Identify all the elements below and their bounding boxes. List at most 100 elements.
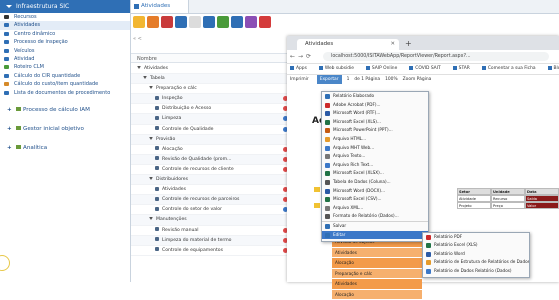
export-menu-item[interactable]: Microsoft Excel (XLS)... [322, 118, 428, 127]
format-icon [325, 163, 330, 168]
nav-header[interactable]: Infraestrutura SIC [0, 0, 130, 13]
caret-down-icon[interactable] [149, 86, 153, 89]
submenu-item[interactable]: Relatório de Dados Relatório (Dados) [423, 267, 529, 275]
nav-item[interactable]: Roteiro CLM [0, 63, 130, 71]
export-menu-item[interactable]: Relatório Elaborado [322, 92, 428, 101]
bookmark-item[interactable]: STAR [453, 66, 476, 71]
tree-row[interactable]: Limpeza do material de termo [131, 236, 296, 246]
submenu-item[interactable]: Relatório Excel (XLS) [423, 241, 529, 249]
caret-down-icon[interactable] [149, 137, 153, 140]
nav-item[interactable]: Cálculo do CIR quantidade [0, 72, 130, 80]
nav-item[interactable]: Processo de inspeção [0, 38, 130, 46]
report-toolbar-item[interactable]: 100% [385, 77, 398, 82]
export-menu-item[interactable]: Adobe Acrobat (PDF)... [322, 101, 428, 110]
export-menu-item[interactable]: Arquivo HTML... [322, 135, 428, 144]
cut-icon[interactable] [189, 16, 201, 28]
nav-item-label: Roteiro CLM [14, 64, 44, 70]
tree-row[interactable]: Distribuição e Acesso [131, 104, 296, 114]
export-menu-item[interactable]: Microsoft Excel (CSV)... [322, 195, 428, 204]
bookmark-item[interactable]: Comentar a sua Ficha [482, 66, 542, 71]
edit-icon[interactable] [147, 16, 159, 28]
submenu-item[interactable]: Relatório Word [423, 250, 529, 258]
nav-item[interactable]: Veículos [0, 47, 130, 55]
tree-row[interactable]: Atividades [131, 185, 296, 195]
tree-row[interactable]: Tabela [131, 74, 296, 84]
tree-row[interactable]: Controle de Qualidade [131, 125, 296, 135]
export-menu-item[interactable]: Formato de Relatório (Dados)... [322, 212, 428, 221]
tree-row[interactable]: Controle do setor de valor [131, 205, 296, 215]
export-menu-item[interactable]: Tabela de Dados (Coluna)... [322, 178, 428, 187]
tree-row[interactable]: Atividades [131, 64, 296, 74]
export-menu-item[interactable]: Editar▸ [322, 231, 428, 240]
tree-header[interactable]: Nombre [131, 53, 296, 63]
submenu-item[interactable]: Relatório de Estrutura de Relatórios de … [423, 258, 529, 266]
tree-row[interactable]: Manutenções [131, 215, 296, 225]
report-toolbar-item[interactable]: Imprimir [290, 77, 309, 82]
nav-group[interactable]: +Processo de cálculo IAM [0, 105, 130, 116]
nav-item[interactable]: Cálculo do custo/item quantidade [0, 80, 130, 88]
export-menu-item[interactable]: Microsoft Word (DOCX)... [322, 187, 428, 196]
new-icon[interactable] [133, 16, 145, 28]
refresh-icon[interactable] [175, 16, 187, 28]
report-toolbar-item[interactable]: 1 [347, 77, 350, 82]
tree-row[interactable]: Revisão manual [131, 226, 296, 236]
tree-row[interactable]: Alocação [131, 145, 296, 155]
bookmark-item[interactable]: Blogs [548, 66, 559, 71]
submenu-item[interactable]: Relatório PDF [423, 233, 529, 241]
nav-item-label: Cálculo do CIR quantidade [14, 73, 80, 79]
caret-down-icon[interactable] [143, 76, 147, 79]
nav-item[interactable]: Atividades [0, 21, 130, 29]
export-icon[interactable] [259, 16, 271, 28]
collapse-arrow-icon[interactable] [6, 5, 12, 8]
tree-row[interactable]: Provisão [131, 135, 296, 145]
browser-tab[interactable]: Atividades✕ [297, 39, 399, 50]
nav-item[interactable]: Atividad [0, 55, 130, 63]
bookmark-item[interactable]: Apps [290, 66, 313, 71]
expand-plus-icon[interactable]: + [7, 124, 12, 135]
export-menu-item[interactable]: Microsoft PowerPoint (PPT)... [322, 126, 428, 135]
browser-nav-buttons[interactable]: ←→⟳ [290, 53, 314, 60]
tree-row[interactable]: Controle de recursos de parceiros [131, 195, 296, 205]
caret-down-icon[interactable] [149, 177, 153, 180]
copy-icon[interactable] [203, 16, 215, 28]
settings-icon[interactable] [231, 16, 243, 28]
expand-plus-icon[interactable]: + [7, 105, 12, 116]
tab-activities[interactable]: Atividades [131, 0, 189, 13]
url-field[interactable]: localhost:5000/ISITAWebApp/ReportViewer/… [323, 52, 549, 61]
bookmark-label: Apps [296, 66, 307, 71]
bookmark-item[interactable]: COVID SAIT [409, 66, 446, 71]
close-tab-icon[interactable]: ✕ [390, 39, 395, 50]
caret-down-icon[interactable] [149, 217, 153, 220]
chart-icon[interactable] [245, 16, 257, 28]
nav-group[interactable]: +Gestor inicial objetivo [0, 124, 130, 135]
expand-plus-icon[interactable]: + [7, 143, 12, 154]
export-menu-item[interactable]: Microsoft Excel (XLSX)... [322, 169, 428, 178]
help-circle-icon[interactable] [0, 255, 10, 271]
tree-row[interactable]: Preparação e cálc [131, 84, 296, 94]
nav-item[interactable]: Lista de documentos de procedimento [0, 89, 130, 97]
tree-row[interactable]: Limpeza [131, 114, 296, 124]
report-toolbar-item[interactable]: Zoom Página [403, 77, 432, 82]
tree-row[interactable]: Controle de equipamentos [131, 246, 296, 256]
tree-row[interactable]: Inspeção [131, 94, 296, 104]
bookmark-item[interactable]: SAIP Online [366, 66, 403, 71]
nav-item[interactable]: Centro dinâmico [0, 30, 130, 38]
tree-row[interactable]: Controle de recursos de cliente [131, 165, 296, 175]
nav-group[interactable]: +Analítica [0, 143, 130, 154]
export-menu-item[interactable]: Arquivo Texto... [322, 152, 428, 161]
nav-item[interactable]: Recursos [0, 13, 130, 21]
report-toolbar-item[interactable]: de 1 Página [354, 77, 380, 82]
delete-icon[interactable] [161, 16, 173, 28]
export-menu-item[interactable]: Arquivo XML... [322, 204, 428, 213]
approve-icon[interactable] [217, 16, 229, 28]
breadcrumb[interactable]: « < [133, 36, 293, 44]
export-menu-item[interactable]: Arquivo Rich Text... [322, 161, 428, 170]
export-menu-item[interactable]: Microsoft Word (RTF)... [322, 109, 428, 118]
export-menu-item[interactable]: Salvar [322, 221, 428, 231]
new-tab-icon[interactable]: + [405, 39, 412, 48]
caret-down-icon[interactable] [137, 66, 141, 69]
bookmark-item[interactable]: Web subsidie [319, 66, 360, 71]
tree-row[interactable]: Revisão de Qualidade (prom... [131, 155, 296, 165]
tree-row[interactable]: Distribuidores [131, 175, 296, 185]
export-menu-item[interactable]: Arquivo MHT Web... [322, 144, 428, 153]
